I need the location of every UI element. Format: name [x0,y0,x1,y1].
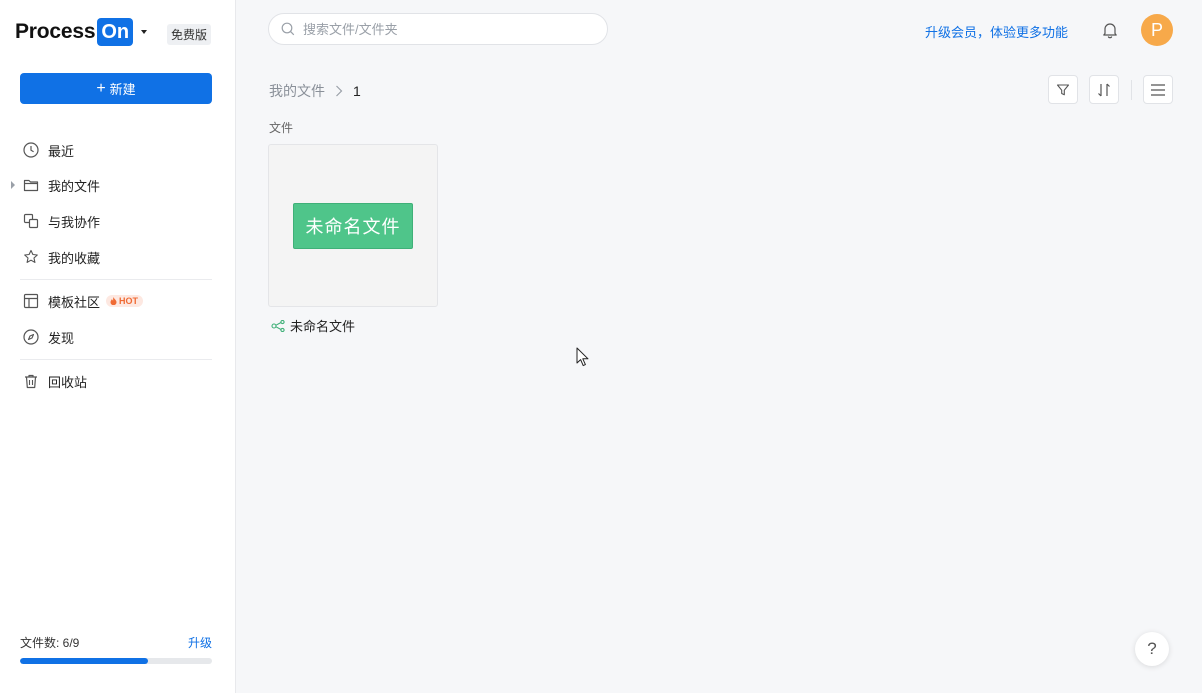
nav-label-trash: 回收站 [48,374,88,390]
user-avatar[interactable]: P [1141,14,1173,46]
nav-label-discover: 发现 [48,330,75,346]
caret-down-icon[interactable] [141,30,148,34]
nav-label-collab: 与我协作 [48,214,101,230]
layout-icon [22,292,40,310]
caret-right-icon[interactable] [11,181,15,189]
file-card[interactable]: 未命名文件 [268,144,438,307]
nav-item-trash[interactable]: 回收站 [20,367,212,395]
plan-badge: 免费版 [167,24,212,45]
sidebar: Process On 免费版 + 新建 最近 我的文件 与我协作 我的收藏 模板… [0,0,236,693]
quota-progress-bar [20,658,212,664]
upgrade-membership-link[interactable]: 升级会员，体验更多功能 [925,22,1068,41]
file-name: 未命名文件 [290,319,356,334]
filter-button[interactable] [1048,75,1078,104]
mindmap-icon [271,319,285,332]
brand-logo[interactable]: Process On [15,16,148,48]
file-name-row[interactable]: 未命名文件 [271,316,355,335]
quota-progress-fill [20,658,148,664]
nav-label-my-files: 我的文件 [48,178,101,194]
nav-item-recent[interactable]: 最近 [20,136,212,164]
nav-item-my-files[interactable]: 我的文件 [20,171,212,199]
nav-divider [20,279,212,280]
new-button-label: 新建 [109,82,136,97]
nav-divider [20,359,212,360]
quota-upgrade-link[interactable]: 升级 [188,634,212,651]
brand-highlight: On [97,18,134,46]
hot-badge: HOT [106,295,144,307]
folder-icon [22,176,40,194]
bell-icon[interactable] [1100,20,1120,40]
filter-icon [1056,83,1070,95]
hot-badge-label: HOT [119,296,139,306]
breadcrumb-root[interactable]: 我的文件 [269,81,325,101]
compass-icon [22,328,40,346]
file-quota: 文件数: 6/9 升级 [20,634,212,664]
help-icon: ? [1147,639,1157,658]
clock-icon [22,141,40,159]
brand-name: Process [15,20,96,43]
help-button[interactable]: ? [1135,632,1169,666]
search-input[interactable] [303,21,583,37]
flame-icon [110,297,117,305]
breadcrumb: 我的文件 1 [269,81,361,101]
list-view-icon [1151,83,1165,96]
nav-item-collab[interactable]: 与我协作 [20,207,212,235]
list-view-button[interactable] [1143,75,1173,104]
nav-label-recent: 最近 [48,143,75,159]
nav-item-favorites[interactable]: 我的收藏 [20,243,212,271]
mouse-cursor-icon [576,347,589,367]
nav-item-templates[interactable]: 模板社区 HOT [20,287,212,315]
star-icon [22,248,40,266]
collab-icon [22,212,40,230]
nav-label-templates: 模板社区 [48,294,101,310]
file-thumbnail-shape: 未命名文件 [293,203,413,249]
search-box[interactable] [268,13,608,45]
plus-icon: + [96,79,106,97]
nav-item-discover[interactable]: 发现 [20,323,212,351]
quota-label: 文件数: 6/9 [20,636,80,650]
section-label-files: 文件 [269,121,294,135]
breadcrumb-current: 1 [353,83,361,99]
sort-button[interactable] [1089,75,1119,104]
sort-icon [1098,83,1110,96]
toolbar-divider [1131,80,1132,100]
trash-icon [22,372,40,390]
new-button[interactable]: + 新建 [20,73,212,104]
search-icon [281,22,295,36]
nav-label-favorites: 我的收藏 [48,250,101,266]
chevron-right-icon [335,85,343,97]
